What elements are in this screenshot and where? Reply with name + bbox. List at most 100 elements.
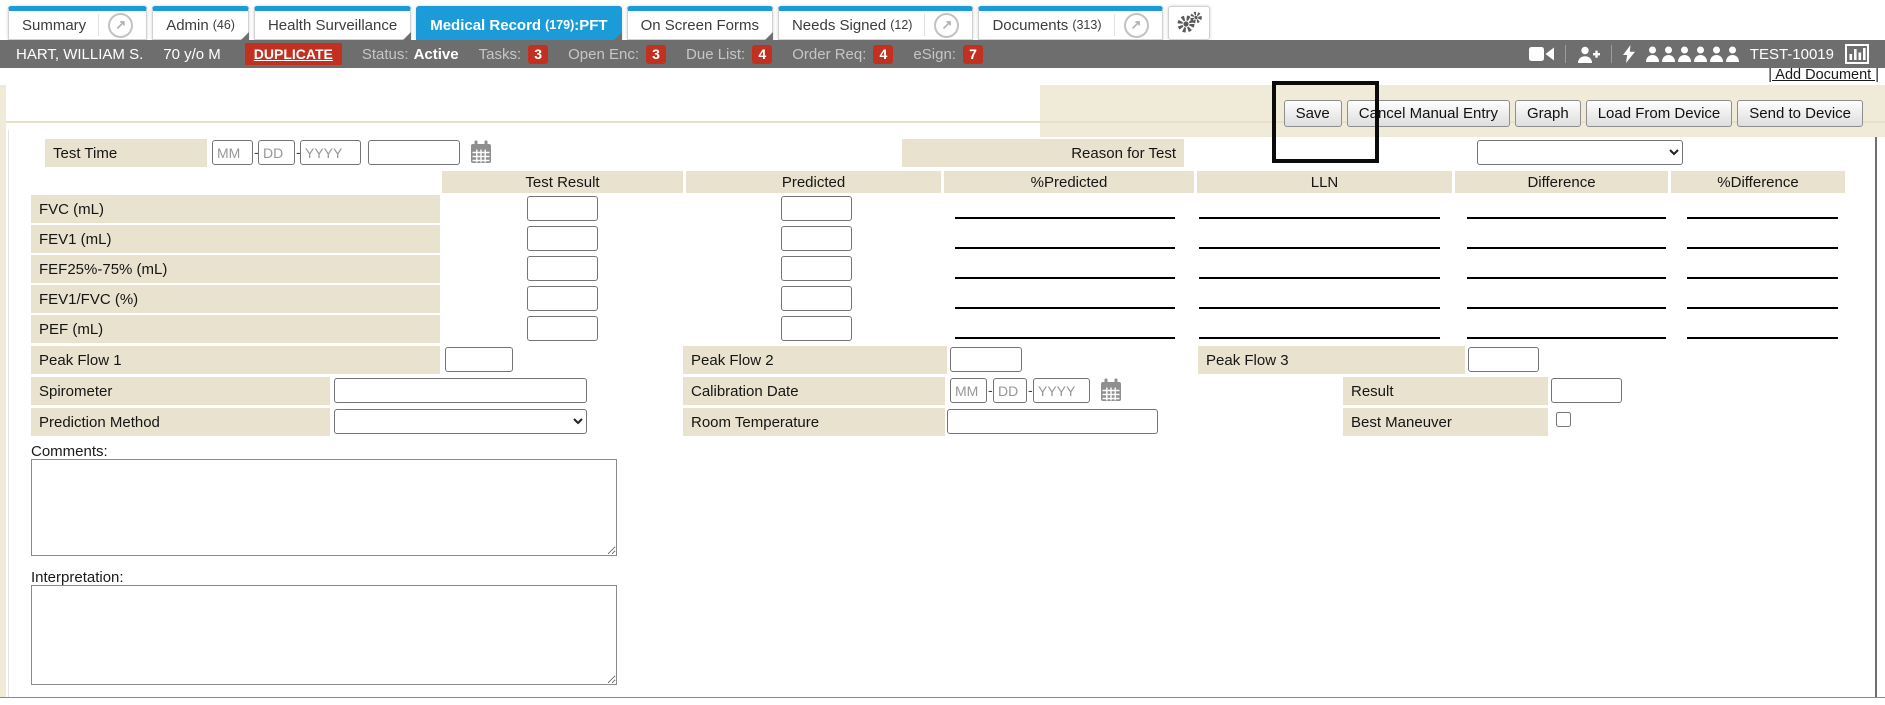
counter-label-open-enc: Open Enc: — [568, 46, 639, 63]
send-to-device-button[interactable]: Send to Device — [1737, 100, 1863, 127]
spirometer-input[interactable] — [334, 378, 587, 403]
counter-badge-order-req[interactable]: 4 — [873, 45, 893, 64]
patient-bar: HART, WILLIAM S. 70 y/o M DUPLICATE Stat… — [0, 40, 1885, 68]
save-button[interactable]: Save — [1284, 100, 1342, 127]
tab-medical-record[interactable]: Medical Record(179):PFT — [416, 6, 621, 40]
room-temperature-label-cell: Room Temperature — [683, 408, 945, 436]
tab-label: Summary — [22, 17, 86, 34]
reason-for-test-select[interactable] — [1477, 140, 1683, 165]
counter-badge-esign[interactable]: 7 — [963, 45, 983, 64]
predicted-input-fef25-75-ml[interactable] — [781, 256, 852, 281]
difference-value-line-fvc-ml — [1467, 217, 1666, 219]
column-header-predicted: Predicted — [686, 171, 941, 193]
counter-label-tasks: Tasks: — [479, 46, 522, 63]
person-icon[interactable] — [1646, 46, 1659, 62]
calibration-year-input[interactable] — [1033, 378, 1090, 403]
tab-count: (12) — [890, 18, 912, 32]
lln-value-line-fev1-fvc — [1199, 307, 1440, 309]
peak-flow-3-input[interactable] — [1468, 347, 1539, 372]
percent-difference-value-line-fvc-ml — [1687, 217, 1838, 219]
tab-needs-signed[interactable]: Needs Signed(12)↗ — [778, 6, 973, 40]
tab-on-screen-forms[interactable]: On Screen Forms — [627, 6, 773, 40]
tab-separator — [1114, 14, 1115, 36]
peak-flow-1-input[interactable] — [445, 347, 513, 372]
tab-count: (179) — [545, 18, 574, 32]
peak-flow-2-input[interactable] — [950, 347, 1022, 372]
predicted-input-fvc-ml[interactable] — [781, 196, 852, 221]
predicted-input-fev1-ml[interactable] — [781, 226, 852, 251]
tab-separator — [98, 14, 99, 36]
cancel-manual-entry-button[interactable]: Cancel Manual Entry — [1347, 100, 1510, 127]
add-document-strip: | Add Document | — [0, 68, 1885, 85]
panel-bottom-border — [0, 697, 1885, 698]
calibration-date-label: Calibration Date — [691, 383, 799, 400]
tab-label: Admin — [166, 17, 209, 34]
patient-bar-icons: TEST-10019 — [1529, 44, 1869, 64]
best-maneuver-checkbox[interactable] — [1556, 412, 1571, 427]
room-temperature-input[interactable] — [947, 409, 1158, 434]
column-header-predicted: %Predicted — [944, 171, 1194, 193]
popout-icon[interactable]: ↗ — [108, 13, 133, 38]
row-label-fev1-ml: FEV1 (mL) — [31, 225, 440, 253]
tab-summary[interactable]: Summary ↗ — [8, 6, 147, 40]
percent-predicted-value-line-pef-ml — [955, 337, 1175, 339]
calibration-day-input[interactable] — [993, 378, 1027, 403]
load-from-device-button[interactable]: Load From Device — [1586, 100, 1733, 127]
calibration-month-input[interactable] — [950, 378, 987, 403]
percent-predicted-value-line-fef25-75-ml — [955, 277, 1175, 279]
test-result-input-fev1-fvc[interactable] — [527, 286, 598, 311]
result-label: Result — [1351, 383, 1394, 400]
bar-chart-icon[interactable] — [1845, 44, 1869, 64]
counter-badge-due-list[interactable]: 4 — [752, 45, 772, 64]
calendar-icon[interactable] — [1100, 378, 1122, 402]
comments-textarea[interactable] — [31, 459, 617, 556]
tab-documents[interactable]: Documents(313)↗ — [978, 6, 1162, 40]
person-icon[interactable] — [1678, 46, 1691, 62]
duplicate-badge[interactable]: DUPLICATE — [245, 43, 342, 65]
percent-difference-value-line-fev1-fvc — [1687, 307, 1838, 309]
person-icon[interactable] — [1710, 46, 1723, 62]
test-date-month-input[interactable] — [212, 140, 253, 165]
row-label-fvc-ml: FVC (mL) — [31, 195, 440, 223]
video-camera-icon[interactable] — [1529, 46, 1554, 62]
tab-separator — [924, 14, 925, 36]
test-time-input[interactable] — [368, 140, 460, 165]
graph-button[interactable]: Graph — [1515, 100, 1581, 127]
counter-badge-open-enc[interactable]: 3 — [646, 45, 666, 64]
result-input[interactable] — [1551, 378, 1622, 403]
prediction-method-label: Prediction Method — [39, 414, 160, 431]
test-result-input-fvc-ml[interactable] — [527, 196, 598, 221]
tab-label: Documents — [992, 17, 1068, 34]
interpretation-textarea[interactable] — [31, 585, 617, 685]
person-icon[interactable] — [1662, 46, 1675, 62]
lln-value-line-pef-ml — [1199, 337, 1440, 339]
test-result-input-pef-ml[interactable] — [527, 316, 598, 341]
test-date-year-input[interactable] — [300, 140, 361, 165]
comments-label: Comments: — [31, 443, 108, 460]
tab-admin[interactable]: Admin(46) — [152, 6, 249, 40]
person-icon[interactable] — [1694, 46, 1707, 62]
test-date-day-input[interactable] — [258, 140, 295, 165]
test-result-input-fev1-ml[interactable] — [527, 226, 598, 251]
test-result-input-fef25-75-ml[interactable] — [527, 256, 598, 281]
percent-predicted-value-line-fev1-fvc — [955, 307, 1175, 309]
predicted-input-fev1-fvc[interactable] — [781, 286, 852, 311]
person-plus-icon[interactable] — [1577, 46, 1600, 63]
prediction-method-select[interactable] — [334, 409, 587, 434]
predicted-input-pef-ml[interactable] — [781, 316, 852, 341]
reason-for-test-label: Reason for Test — [1071, 145, 1176, 162]
settings-tab-button[interactable] — [1168, 6, 1210, 40]
popout-icon[interactable]: ↗ — [1124, 13, 1149, 38]
tab-health-surveillance[interactable]: Health Surveillance — [254, 6, 411, 40]
census-person-icons[interactable] — [1646, 46, 1739, 62]
lightning-bolt-icon[interactable] — [1623, 45, 1635, 63]
add-document-link[interactable]: | Add Document | — [1768, 67, 1879, 83]
person-icon[interactable] — [1726, 46, 1739, 62]
calendar-icon[interactable] — [470, 140, 492, 164]
tab-label: Medical Record — [430, 17, 541, 34]
counter-badge-tasks[interactable]: 3 — [528, 45, 548, 64]
peak-flow-3-label: Peak Flow 3 — [1206, 352, 1289, 369]
calibration-date-label-cell: Calibration Date — [683, 377, 945, 405]
gears-icon — [1175, 11, 1203, 35]
popout-icon[interactable]: ↗ — [934, 13, 959, 38]
